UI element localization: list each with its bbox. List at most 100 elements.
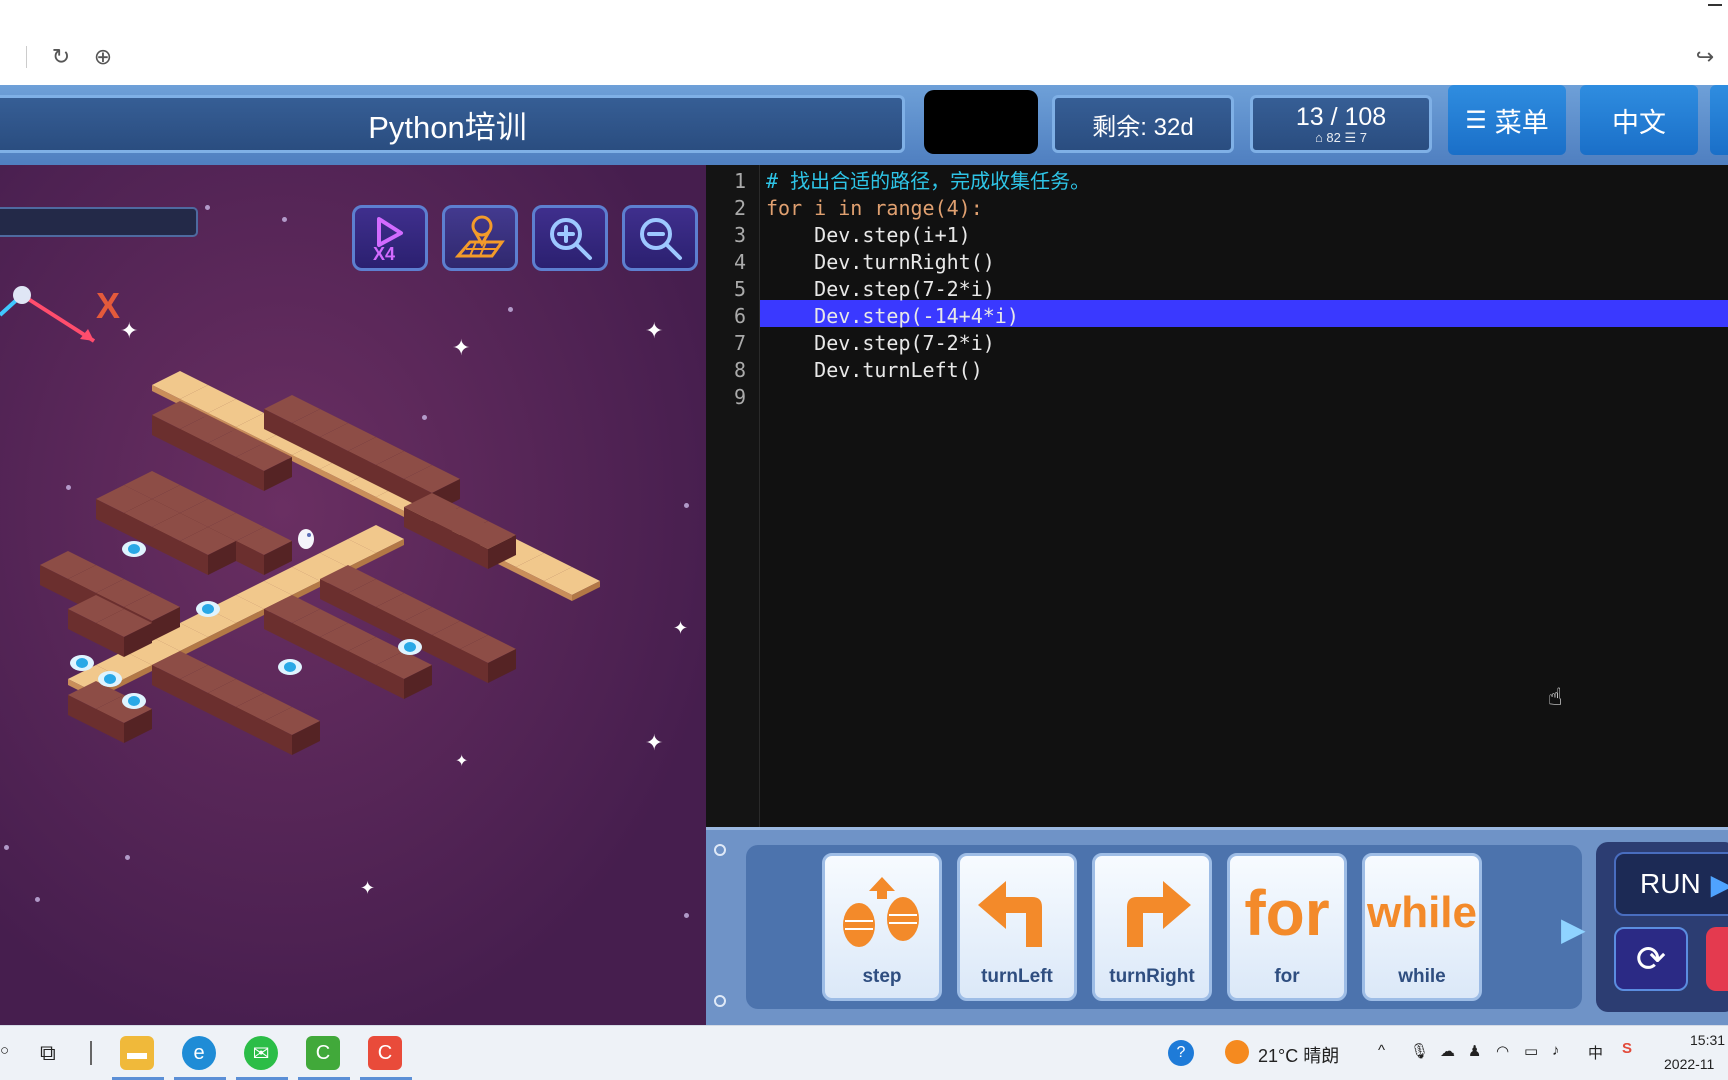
task-view-icon[interactable]: ⧉ <box>40 1040 56 1066</box>
block-turnright[interactable]: turnRight <box>1092 853 1212 1001</box>
code-line[interactable]: 8 Dev.turnLeft() <box>706 357 1728 384</box>
turn-right-arrow-icon <box>1095 868 1209 958</box>
cloud-icon[interactable]: ☁ <box>1440 1042 1455 1060</box>
robot-avatar <box>298 529 314 549</box>
run-controls: RUN ▶ ⟳ <box>1596 842 1728 1012</box>
speed-button[interactable]: X4 <box>352 205 428 271</box>
remaining-text: 剩余: 32d <box>1092 113 1194 141</box>
star-dot <box>508 307 513 312</box>
axis-indicator <box>0 286 96 343</box>
microphone-icon[interactable]: 🎙 <box>1410 1042 1429 1060</box>
course-title: Python培训 <box>0 95 905 153</box>
star: ✦ <box>645 318 664 343</box>
line-number: 2 <box>733 196 746 220</box>
for-keyword-art: for <box>1244 877 1330 949</box>
code-line[interactable]: 5 Dev.step(7-2*i) <box>706 276 1728 303</box>
player-name-bar <box>0 207 198 237</box>
app-c-red-icon[interactable]: C <box>368 1036 402 1070</box>
reset-button[interactable]: ⟳ <box>1614 927 1688 991</box>
taskbar-divider <box>90 1041 92 1065</box>
block-while[interactable]: while while <box>1362 853 1482 1001</box>
block-toolbar: step turnLeft turnRight for for while wh… <box>706 827 1728 1025</box>
wechat-icon[interactable]: ✉ <box>244 1036 278 1070</box>
menu-button[interactable]: ☰ 菜单 <box>1448 85 1566 155</box>
line-number: 6 <box>733 304 746 328</box>
language-button[interactable]: 中文 <box>1580 85 1698 155</box>
edge-browser-icon[interactable]: e <box>182 1036 216 1070</box>
hand-cursor-icon: ☝ <box>1548 683 1563 711</box>
chevron-up-icon[interactable]: ^ <box>1378 1042 1385 1059</box>
refresh-icon[interactable]: ↻ <box>48 44 74 70</box>
step-feet-icon <box>825 868 939 958</box>
header-edge-button[interactable] <box>1710 85 1728 155</box>
help-icon[interactable]: ? <box>1168 1040 1194 1066</box>
block-label: step <box>862 966 902 987</box>
speed-label: X4 <box>373 244 395 263</box>
qq-icon[interactable]: ♟ <box>1468 1042 1481 1060</box>
volume-icon[interactable]: ♪ <box>1552 1042 1560 1059</box>
game-viewport[interactable]: ✦ ✦ ✦ ✦ ✦ ✦ ✦ X4 X <box>0 165 706 1025</box>
zoom-in-icon <box>550 218 592 260</box>
redacted-box <box>924 90 1038 154</box>
star: ✦ <box>120 318 139 343</box>
maze-board <box>40 371 600 755</box>
progress-stats: ⌂ 82 ☰ 7 <box>1314 130 1368 145</box>
axis-x-label: X <box>96 285 121 326</box>
clock-date[interactable]: 2022-11 <box>1664 1056 1714 1072</box>
line-number: 9 <box>733 385 746 409</box>
code-text: Dev.turnLeft() <box>766 358 983 382</box>
line-number: 1 <box>733 169 746 193</box>
star-dot <box>205 205 210 210</box>
block-label: turnLeft <box>981 966 1053 987</box>
star-dot <box>4 845 9 850</box>
star: ✦ <box>673 618 689 638</box>
code-text: Dev.step(7-2*i) <box>766 331 995 355</box>
code-line-active[interactable]: 6 Dev.step(-14+4*i) <box>706 303 1728 330</box>
line-number: 3 <box>733 223 746 247</box>
block-label: while <box>1398 966 1446 987</box>
block-for[interactable]: for for <box>1227 853 1347 1001</box>
progress-text: 13 / 108 <box>1295 103 1387 131</box>
code-line[interactable]: 4 Dev.turnRight() <box>706 249 1728 276</box>
code-line[interactable]: 3 Dev.step(i+1) <box>706 222 1728 249</box>
minimize-icon[interactable] <box>1708 4 1722 6</box>
globe-icon[interactable]: ⊕ <box>90 44 116 70</box>
code-line[interactable]: 1 # 找出合适的路径，完成收集任务。 <box>706 168 1728 195</box>
zoom-out-button[interactable] <box>622 205 698 271</box>
share-icon[interactable]: ↪ <box>1692 44 1718 70</box>
code-text: Dev.step(i+1) <box>766 223 971 247</box>
stop-button[interactable] <box>1706 927 1728 991</box>
clock-time[interactable]: 15:31 <box>1690 1032 1725 1048</box>
ime-indicator[interactable]: 中 <box>1588 1042 1603 1063</box>
play-icon: ▶ <box>1710 868 1728 900</box>
star-dot <box>35 897 40 902</box>
run-label: RUN <box>1640 868 1701 899</box>
code-editor[interactable]: 1 # 找出合适的路径，完成收集任务。 2 for i in range(4):… <box>706 165 1728 827</box>
weather-text[interactable]: 21°C 晴朗 <box>1258 1042 1339 1068</box>
scroll-right-icon[interactable]: ▶ <box>1561 910 1586 948</box>
code-text: Dev.turnRight() <box>766 250 995 274</box>
toolbar-divider <box>26 46 27 68</box>
sogou-icon[interactable]: S <box>1622 1040 1632 1057</box>
code-line[interactable]: 9 <box>706 384 1728 411</box>
star-dot <box>125 855 130 860</box>
block-step[interactable]: step <box>822 853 942 1001</box>
zoom-in-button[interactable] <box>532 205 608 271</box>
wifi-icon[interactable]: ◠ <box>1496 1042 1509 1060</box>
file-explorer-icon[interactable]: ▬ <box>120 1036 154 1070</box>
block-label: for <box>1274 966 1300 987</box>
code-line[interactable]: 2 for i in range(4): <box>706 195 1728 222</box>
battery-icon[interactable]: ▭ <box>1524 1042 1538 1060</box>
block-turnleft[interactable]: turnLeft <box>957 853 1077 1001</box>
zoom-out-icon <box>640 218 682 260</box>
refresh-icon: ⟳ <box>1635 938 1667 979</box>
star-dot <box>282 217 287 222</box>
remaining-badge: 剩余: 32d <box>1052 95 1234 153</box>
star: ✦ <box>452 335 471 360</box>
list-icon: ☰ <box>1465 106 1487 134</box>
code-line[interactable]: 7 Dev.step(7-2*i) <box>706 330 1728 357</box>
search-icon[interactable]: ○ <box>0 1042 9 1059</box>
map-button[interactable] <box>442 205 518 271</box>
run-button[interactable]: RUN ▶ <box>1614 852 1728 916</box>
app-c-green-icon[interactable]: C <box>306 1036 340 1070</box>
